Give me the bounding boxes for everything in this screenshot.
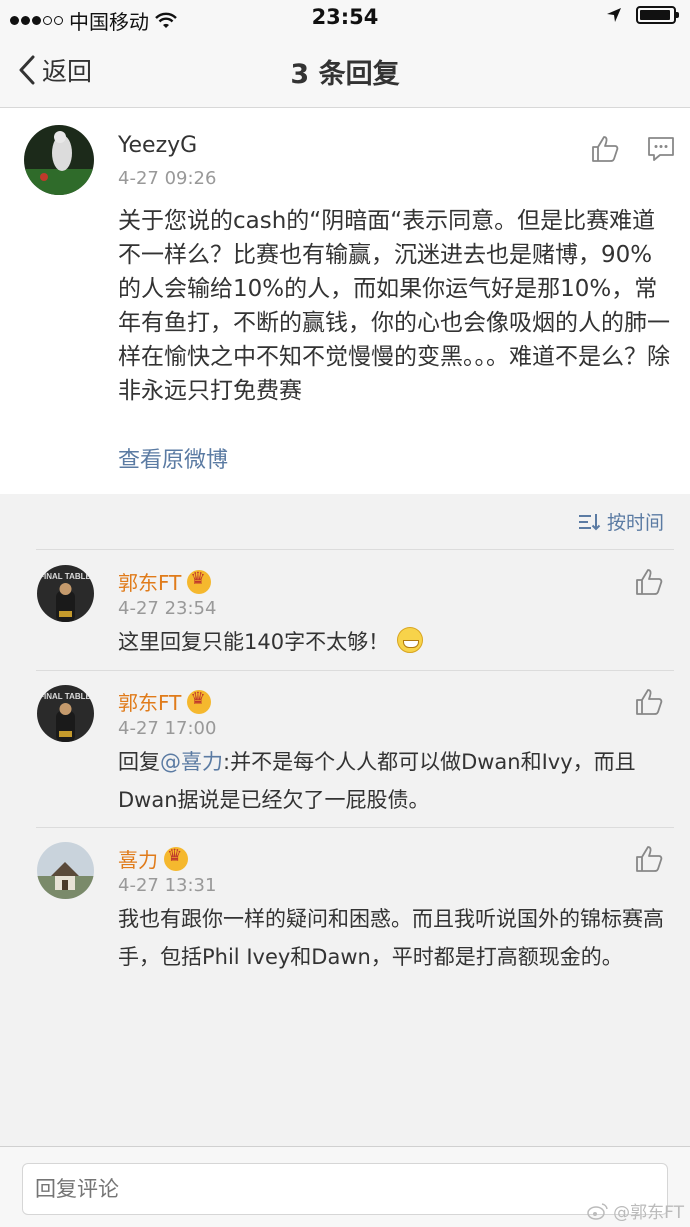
- post-author[interactable]: YeezyG: [118, 133, 197, 158]
- list-item: 喜力 4-27 13:31 我也有跟你一样的疑问和困惑。而且我听说国外的锦标赛高…: [0, 827, 690, 1039]
- reply-timestamp: 4-27 17:00: [118, 718, 217, 739]
- thumbs-up-icon[interactable]: [634, 687, 664, 717]
- battery-icon: [636, 6, 679, 24]
- reply-list: FINAL TABLE 郭东FT 4-27 23:54 这里回复只能140字不太…: [0, 549, 690, 1039]
- list-item: FINAL TABLE 郭东FT 4-27 17:00 回复@喜力:并不是每个人…: [0, 670, 690, 827]
- avatar[interactable]: [37, 842, 94, 899]
- reply-text: 这里回复只能140字不太够！: [118, 623, 674, 661]
- divider: [36, 670, 674, 671]
- sort-icon: [578, 513, 601, 530]
- svg-text:FINAL TABLE: FINAL TABLE: [39, 692, 91, 701]
- reply-text: 我也有跟你一样的疑问和困惑。而且我听说国外的锦标赛高手，包括Phil Ivey和…: [118, 907, 664, 969]
- grin-emoji-icon: [397, 627, 424, 653]
- reply-prefix: 回复: [118, 750, 160, 774]
- avatar[interactable]: FINAL TABLE: [37, 565, 94, 622]
- post-timestamp: 4-27 09:26: [118, 168, 217, 189]
- nav-bar: 返回 3 条回复: [0, 36, 690, 108]
- crown-badge-icon: [164, 846, 188, 871]
- reply-author[interactable]: 郭东FT: [118, 687, 212, 716]
- reply-author[interactable]: 喜力: [118, 844, 188, 873]
- avatar[interactable]: [24, 125, 94, 195]
- status-time: 23:54: [311, 5, 379, 29]
- list-item: FINAL TABLE 郭东FT 4-27 23:54 这里回复只能140字不太…: [0, 549, 690, 669]
- reply-text: 回复@喜力:并不是每个人人都可以做Dwan和Ivy，而且Dwan据说是已经欠了一…: [118, 743, 674, 819]
- avatar[interactable]: FINAL TABLE: [37, 685, 94, 742]
- mention-link[interactable]: @喜力: [160, 750, 223, 774]
- view-original-link[interactable]: 查看原微博: [118, 442, 228, 474]
- divider: [36, 549, 674, 550]
- watermark-text: @郭东FT: [613, 1203, 684, 1223]
- reply-author-name: 郭东FT: [118, 571, 182, 595]
- location-arrow-icon: [607, 8, 621, 22]
- reply-input[interactable]: [22, 1163, 668, 1215]
- thumbs-up-icon[interactable]: [590, 134, 620, 164]
- sort-by-time-button[interactable]: 按时间: [577, 508, 664, 535]
- reply-text-content: 这里回复只能140字不太够！: [118, 630, 390, 654]
- comment-icon[interactable]: [646, 134, 676, 164]
- sort-label: 按时间: [606, 512, 664, 534]
- crown-badge-icon: [187, 689, 212, 714]
- original-post: YeezyG 4-27 09:26 关于您说的cash的“阴暗面“表示同意。但是…: [0, 108, 690, 494]
- reply-bar: @郭东FT: [0, 1146, 690, 1227]
- page-title: 3 条回复: [290, 59, 400, 90]
- svg-text:FINAL TABLE: FINAL TABLE: [39, 572, 91, 581]
- reply-timestamp: 4-27 23:54: [118, 598, 217, 619]
- reply-timestamp: 4-27 13:31: [118, 875, 217, 896]
- thumbs-up-icon[interactable]: [634, 567, 664, 597]
- thumbs-up-icon[interactable]: [634, 844, 664, 874]
- watermark: @郭东FT: [587, 1198, 684, 1223]
- status-right: [606, 6, 679, 24]
- status-bar: 中国移动 23:54: [0, 0, 690, 36]
- post-text: 关于您说的cash的“阴暗面“表示同意。但是比赛难道不一样么？比赛也有输赢，沉迷…: [118, 208, 670, 404]
- crown-badge-icon: [187, 569, 212, 594]
- reply-author-name: 郭东FT: [118, 691, 182, 715]
- reply-author[interactable]: 郭东FT: [118, 567, 212, 596]
- weibo-logo-icon: [587, 1202, 608, 1220]
- reply-author-name: 喜力: [118, 848, 158, 872]
- divider: [36, 827, 674, 828]
